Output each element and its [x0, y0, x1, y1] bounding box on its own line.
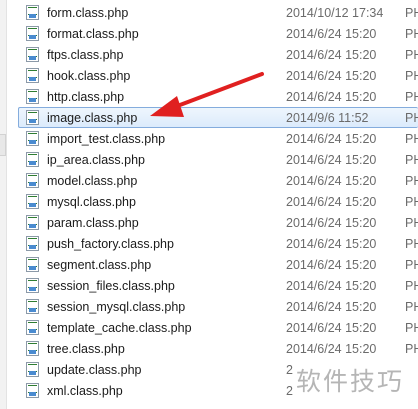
- file-name: ftps.class.php: [47, 48, 124, 62]
- file-name: ip_area.class.php: [47, 153, 145, 167]
- file-name: update.class.php: [47, 363, 142, 377]
- file-type: PH: [405, 132, 418, 146]
- file-type: PH: [405, 279, 418, 293]
- file-name: param.class.php: [47, 216, 139, 230]
- file-type: PH: [405, 174, 418, 188]
- file-name: template_cache.class.php: [47, 321, 192, 335]
- file-row[interactable]: session_mysql.class.php 2014/6/24 15:20 PH: [18, 296, 418, 317]
- file-date-modified: 2014/6/24 15:20: [286, 258, 377, 272]
- file-date-modified: 2014/6/24 15:20: [286, 27, 377, 41]
- file-row[interactable]: ftps.class.php 2014/6/24 15:20 PH: [18, 44, 418, 65]
- file-name: format.class.php: [47, 27, 139, 41]
- file-type: PH: [405, 48, 418, 62]
- file-date-modified: 2014/6/24 15:20: [286, 321, 377, 335]
- file-name: import_test.class.php: [47, 132, 166, 146]
- file-type: PH: [405, 90, 418, 104]
- file-row[interactable]: http.class.php 2014/6/24 15:20 PH: [18, 86, 418, 107]
- file-type: PH: [405, 195, 418, 209]
- file-row[interactable]: tree.class.php 2014/6/24 15:20 PH: [18, 338, 418, 359]
- file-type: PH: [405, 300, 418, 314]
- php-file-icon: [26, 215, 39, 230]
- file-type: PH: [405, 69, 418, 83]
- file-date-modified: 2: [286, 363, 293, 377]
- file-type: PH: [405, 321, 418, 335]
- file-name: image.class.php: [47, 111, 138, 125]
- file-date-modified: 2014/6/24 15:20: [286, 153, 377, 167]
- file-name: hook.class.php: [47, 69, 131, 83]
- php-file-icon: [26, 47, 39, 62]
- file-type: PH: [405, 111, 418, 125]
- pane-collapse-handle[interactable]: [0, 134, 6, 156]
- php-file-icon: [26, 68, 39, 83]
- php-file-icon: [26, 173, 39, 188]
- file-row[interactable]: image.class.php 2014/9/6 11:52 PH: [18, 107, 418, 128]
- file-row[interactable]: model.class.php 2014/6/24 15:20 PH: [18, 170, 418, 191]
- navigation-pane-edge: [0, 0, 7, 409]
- file-date-modified: 2: [286, 384, 293, 398]
- file-row[interactable]: session_files.class.php 2014/6/24 15:20 PH: [18, 275, 418, 296]
- file-date-modified: 2014/6/24 15:20: [286, 48, 377, 62]
- file-date-modified: 2014/6/24 15:20: [286, 216, 377, 230]
- file-row[interactable]: push_factory.class.php 2014/6/24 15:20 PH: [18, 233, 418, 254]
- php-file-icon: [26, 131, 39, 146]
- php-file-icon: [26, 278, 39, 293]
- file-type: PH: [405, 6, 418, 20]
- file-date-modified: 2014/10/12 17:34: [286, 6, 384, 20]
- file-date-modified: 2014/6/24 15:20: [286, 195, 377, 209]
- file-row[interactable]: import_test.class.php 2014/6/24 15:20 PH: [18, 128, 418, 149]
- php-file-icon: [26, 362, 39, 377]
- file-date-modified: 2014/6/24 15:20: [286, 174, 377, 188]
- php-file-icon: [26, 26, 39, 41]
- php-file-icon: [26, 299, 39, 314]
- php-file-icon: [26, 257, 39, 272]
- file-name: http.class.php: [47, 90, 125, 104]
- watermark: 软件技巧: [296, 367, 405, 396]
- file-type: PH: [405, 216, 418, 230]
- file-name: session_files.class.php: [47, 279, 175, 293]
- php-file-icon: [26, 110, 39, 125]
- php-file-icon: [26, 320, 39, 335]
- file-type: PH: [405, 27, 418, 41]
- php-file-icon: [26, 236, 39, 251]
- file-row[interactable]: segment.class.php 2014/6/24 15:20 PH: [18, 254, 418, 275]
- file-name: form.class.php: [47, 6, 129, 20]
- file-type: PH: [405, 342, 418, 356]
- php-file-icon: [26, 89, 39, 104]
- file-date-modified: 2014/6/24 15:20: [286, 132, 377, 146]
- file-name: mysql.class.php: [47, 195, 136, 209]
- php-file-icon: [26, 152, 39, 167]
- file-name: tree.class.php: [47, 342, 125, 356]
- file-name: push_factory.class.php: [47, 237, 174, 251]
- file-name: segment.class.php: [47, 258, 152, 272]
- file-row[interactable]: param.class.php 2014/6/24 15:20 PH: [18, 212, 418, 233]
- file-name: session_mysql.class.php: [47, 300, 186, 314]
- file-row[interactable]: template_cache.class.php 2014/6/24 15:20 P…: [18, 317, 418, 338]
- file-type: PH: [405, 237, 418, 251]
- file-name: xml.class.php: [47, 384, 123, 398]
- file-date-modified: 2014/9/6 11:52: [286, 111, 369, 125]
- file-row[interactable]: hook.class.php 2014/6/24 15:20 PH: [18, 65, 418, 86]
- file-date-modified: 2014/6/24 15:20: [286, 300, 377, 314]
- php-file-icon: [26, 341, 39, 356]
- file-date-modified: 2014/6/24 15:20: [286, 279, 377, 293]
- php-file-icon: [26, 5, 39, 20]
- file-row[interactable]: format.class.php 2014/6/24 15:20 PH: [18, 23, 418, 44]
- file-row[interactable]: form.class.php 2014/10/12 17:34 PH: [18, 2, 418, 23]
- file-date-modified: 2014/6/24 15:20: [286, 237, 377, 251]
- file-row[interactable]: mysql.class.php 2014/6/24 15:20 PH: [18, 191, 418, 212]
- file-date-modified: 2014/6/24 15:20: [286, 342, 377, 356]
- php-file-icon: [26, 194, 39, 209]
- file-row[interactable]: ip_area.class.php 2014/6/24 15:20 PH: [18, 149, 418, 170]
- php-file-icon: [26, 383, 39, 398]
- file-name: model.class.php: [47, 174, 138, 188]
- file-date-modified: 2014/6/24 15:20: [286, 90, 377, 104]
- file-type: PH: [405, 258, 418, 272]
- file-date-modified: 2014/6/24 15:20: [286, 69, 377, 83]
- file-type: PH: [405, 153, 418, 167]
